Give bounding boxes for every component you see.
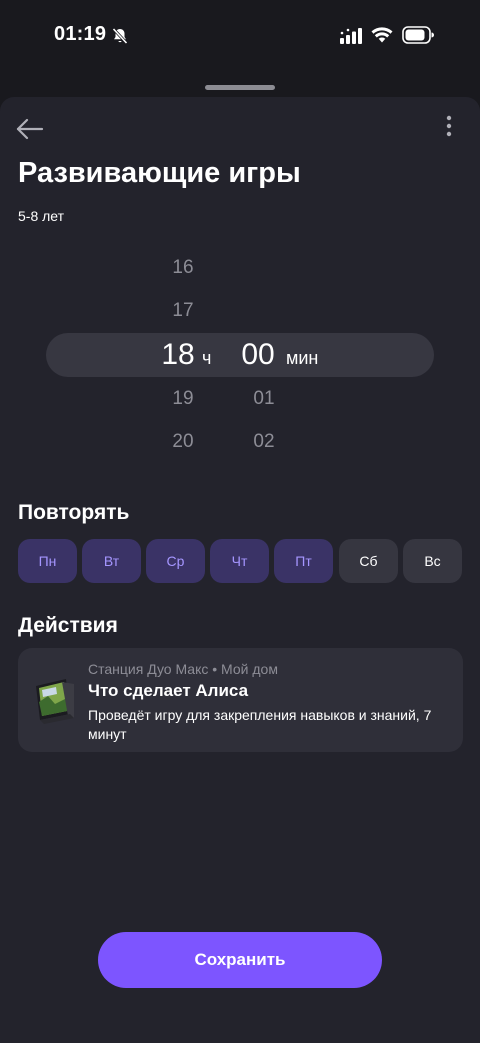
save-button[interactable]: Сохранить xyxy=(98,932,382,988)
action-card[interactable]: Станция Дуо Макс • Мой дом Что сделает А… xyxy=(18,648,463,752)
day-button-fri[interactable]: Пт xyxy=(274,539,333,583)
smart-display-device-icon xyxy=(36,679,74,724)
more-vertical-icon[interactable] xyxy=(438,113,460,141)
status-time: 01:19 xyxy=(54,23,107,45)
time-picker[interactable]: 16 17 18 ч 19 20 00 мин 01 02 xyxy=(0,247,480,467)
action-device-meta: Станция Дуо Макс • Мой дом xyxy=(88,661,278,677)
minute-unit-label: мин xyxy=(286,348,319,368)
minute-option[interactable]: 02 xyxy=(234,431,294,453)
selected-hour[interactable]: 18 xyxy=(148,338,208,372)
action-description: Проведёт игру для закрепления навыков и … xyxy=(88,707,432,742)
back-arrow-icon[interactable] xyxy=(14,115,46,143)
day-button-tue[interactable]: Вт xyxy=(82,539,141,583)
battery-icon xyxy=(402,26,434,44)
weekday-selector: Пн Вт Ср Чт Пт Сб Вс xyxy=(18,539,464,583)
page-title: Развивающие игры xyxy=(18,157,301,189)
day-button-wed[interactable]: Ср xyxy=(146,539,205,583)
sheet-grabber[interactable] xyxy=(205,85,275,90)
day-button-mon[interactable]: Пн xyxy=(18,539,77,583)
bell-off-icon xyxy=(112,27,128,45)
repeat-title: Повторять xyxy=(18,501,130,524)
day-button-sat[interactable]: Сб xyxy=(339,539,398,583)
hour-option[interactable]: 17 xyxy=(153,300,213,322)
actions-title: Действия xyxy=(18,614,118,637)
screen: 01:19 Развивающие игры 5-8 лет 16 17 18 … xyxy=(0,0,480,1043)
hour-option[interactable]: 16 xyxy=(153,257,213,279)
hour-option[interactable]: 20 xyxy=(153,431,213,453)
hour-unit-label: ч xyxy=(202,348,212,368)
wifi-icon xyxy=(371,27,393,43)
hour-option[interactable]: 19 xyxy=(153,388,213,410)
sheet: Развивающие игры 5-8 лет 16 17 18 ч 19 2… xyxy=(0,97,480,1043)
page-subtitle: 5-8 лет xyxy=(18,208,65,224)
day-button-sun[interactable]: Вс xyxy=(403,539,462,583)
day-button-thu[interactable]: Чт xyxy=(210,539,269,583)
minute-option[interactable]: 01 xyxy=(234,388,294,410)
status-bar: 01:19 xyxy=(0,0,480,70)
action-title: Что сделает Алиса xyxy=(88,681,249,700)
selected-minute[interactable]: 00 xyxy=(228,338,288,372)
signal-icon xyxy=(340,28,362,44)
